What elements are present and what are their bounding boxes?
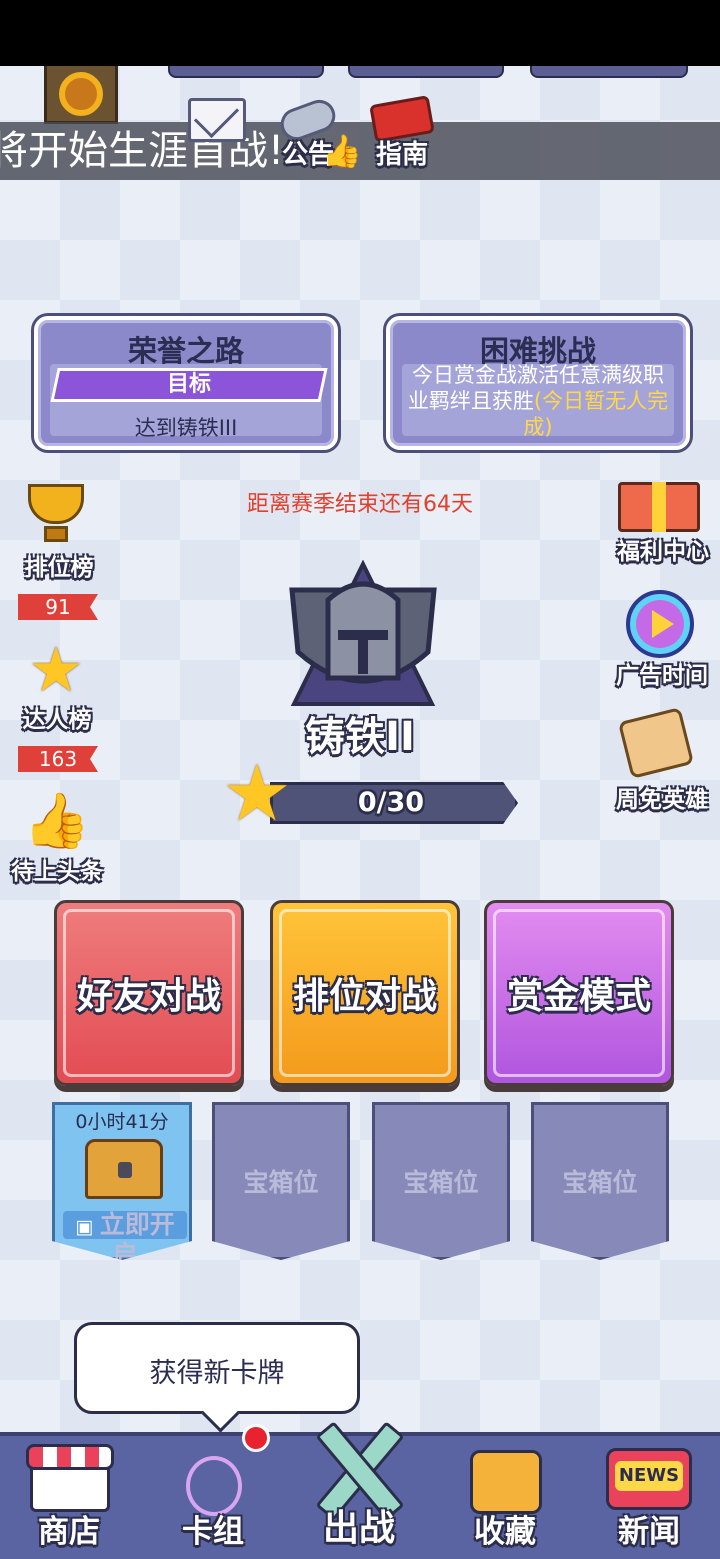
news-tv-icon: NEWS [606,1448,692,1510]
nav-news-label: 新闻 [618,1514,680,1550]
free-heroes-label[interactable]: 周免英雄 [606,780,718,814]
tooltip-text: 获得新卡牌 [149,1358,285,1389]
news-badge: NEWS [615,1461,683,1491]
status-bar [0,0,720,66]
rank-name: 铸铁II [305,714,415,760]
nav-deck-label: 卡组 [182,1514,244,1550]
treasure-chest-icon [85,1139,163,1199]
pointer-hand-icon: 👍 [322,132,362,170]
friend-battle-button[interactable]: 好友对战 [54,900,244,1086]
gem-counter[interactable] [348,66,504,78]
lock-icon [118,1162,132,1178]
honor-road-requirement: 达到铸铁III [134,416,238,440]
honor-road-panel[interactable]: 荣誉之路 目标 达到铸铁III [34,316,338,450]
nav-collection[interactable]: 收藏 [440,1436,570,1559]
collection-chest-icon [470,1450,542,1514]
new-card-tooltip: 获得新卡牌 [74,1322,360,1414]
shop-awning [26,1444,114,1470]
hard-challenge-panel[interactable]: 困难挑战 今日赏金战激活任意满级职业羁绊且获胜(今日暂无人完成) [386,316,690,450]
rank-star-progress: 0/30 ★ [222,754,526,836]
bounty-mode-button[interactable]: 赏金模式 [484,900,674,1086]
honor-road-goal: 目标 [50,368,328,402]
chest-slot-label: 宝箱位 [243,1168,319,1197]
welfare-center-button[interactable]: 福利中心 [608,470,718,565]
nav-news[interactable]: NEWS 新闻 [584,1436,714,1559]
nav-battle[interactable]: 出战 [294,1421,424,1559]
welfare-label[interactable]: 福利中心 [608,532,718,566]
bounty-mode-label: 赏金模式 [506,976,651,1017]
nav-shop-label: 商店 [38,1514,100,1550]
nav-shop[interactable]: 商店 [4,1436,134,1559]
star-progress-value: 0/30 [357,787,425,818]
notification-dot [242,1424,270,1452]
guide-label[interactable]: 指南 [376,134,428,171]
mail-icon[interactable] [188,98,246,142]
leaderboard-rank-badge: 91 [18,594,98,620]
open-now-button[interactable]: ▣ 立即开启 [63,1211,187,1260]
chest-timer: 0小时41分 [75,1111,169,1133]
headline-button[interactable]: 👍 待上头条 [0,789,114,886]
chest-slot-label: 宝箱位 [403,1168,479,1197]
chest-slot-label: 宝箱位 [562,1168,638,1197]
play-triangle [652,610,674,638]
leaderboard-button[interactable] [14,484,98,548]
goal-label: 目标 [166,372,211,397]
thumbs-up-icon: 👍 [23,789,91,852]
gold-counter[interactable] [168,66,324,78]
nav-deck[interactable]: 卡组 [148,1436,278,1559]
avatar-emblem-icon [59,71,103,116]
player-avatar[interactable] [44,66,118,124]
chest-slot-empty[interactable]: 宝箱位 [212,1102,350,1260]
trophy-icon [28,484,84,524]
ranked-battle-label: 排位对战 [292,976,437,1017]
nav-battle-label: 出战 [322,1508,395,1549]
star-icon: ★ [28,633,84,706]
ranked-battle-button[interactable]: 排位对战 [270,900,460,1086]
experts-button[interactable]: ★ [14,634,98,706]
ad-time-label[interactable]: 广告时间 [606,656,718,690]
headline-label[interactable]: 待上头条 [0,852,114,886]
bottom-navigation: 商店 卡组 出战 收藏 NEWS 新闻 [0,1421,720,1559]
progress-star-icon: ★ [222,749,292,839]
nav-collection-label: 收藏 [474,1514,536,1550]
gift-ribbon [652,482,666,532]
hard-challenge-desc: 今日赏金战激活任意满级职业羁绊且获胜(今日暂无人完成) [402,362,674,440]
chest-slot-empty[interactable]: 宝箱位 [531,1102,669,1260]
chest-slot-active[interactable]: 0小时41分 ▣ 立即开启 [52,1102,192,1260]
iron-helmet-emblem-icon[interactable] [282,560,444,710]
ad-time-button[interactable]: 广告时间 [606,588,718,689]
trophy-base [44,526,68,542]
chest-slot-empty[interactable]: 宝箱位 [372,1102,510,1260]
open-now-label: 立即开启 [99,1210,175,1269]
challenge-status-text: (今日暂无人完成) [523,389,669,439]
leaderboard-label[interactable]: 排位榜 [14,548,104,582]
friend-battle-label: 好友对战 [76,976,221,1017]
ticket-counter[interactable] [530,66,688,78]
